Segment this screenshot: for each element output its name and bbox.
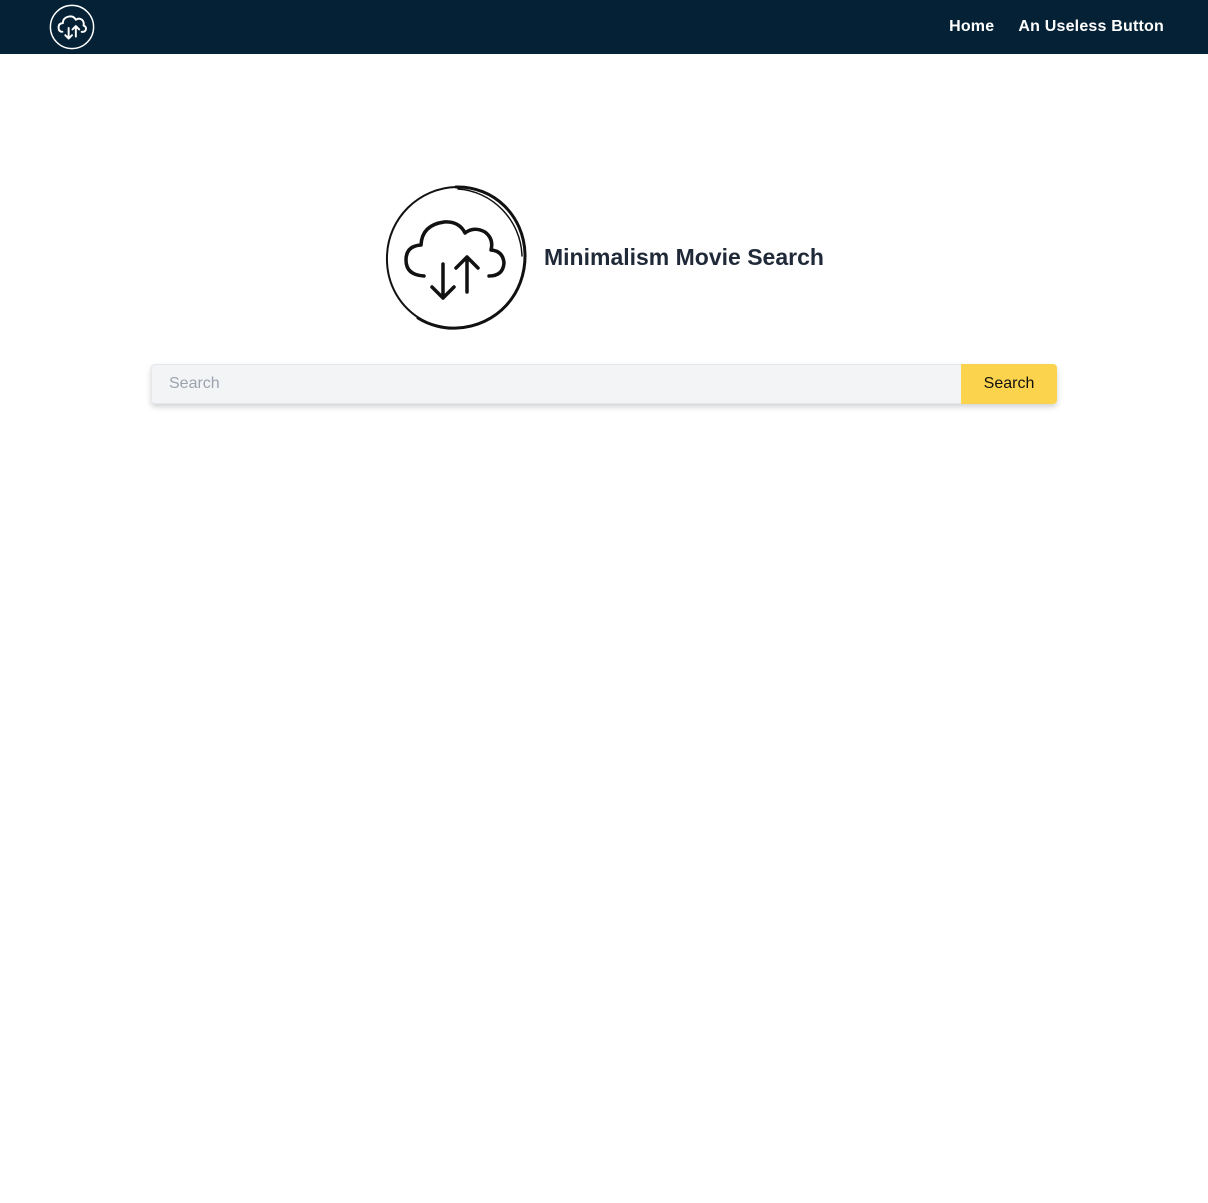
navbar: Home An Useless Button	[0, 0, 1208, 54]
search-form: Search	[151, 364, 1057, 404]
cloud-sync-icon	[385, 185, 527, 330]
nav-link-useless-button[interactable]: An Useless Button	[1018, 18, 1164, 36]
search-input[interactable]	[151, 364, 961, 404]
nav-logo[interactable]	[48, 3, 96, 51]
cloud-sync-icon	[49, 4, 95, 50]
page-title: Minimalism Movie Search	[544, 243, 824, 270]
nav-link-home[interactable]: Home	[949, 18, 994, 36]
nav-links: Home An Useless Button	[949, 0, 1164, 54]
search-button[interactable]: Search	[961, 364, 1057, 404]
hero: Minimalism Movie Search	[384, 184, 824, 330]
